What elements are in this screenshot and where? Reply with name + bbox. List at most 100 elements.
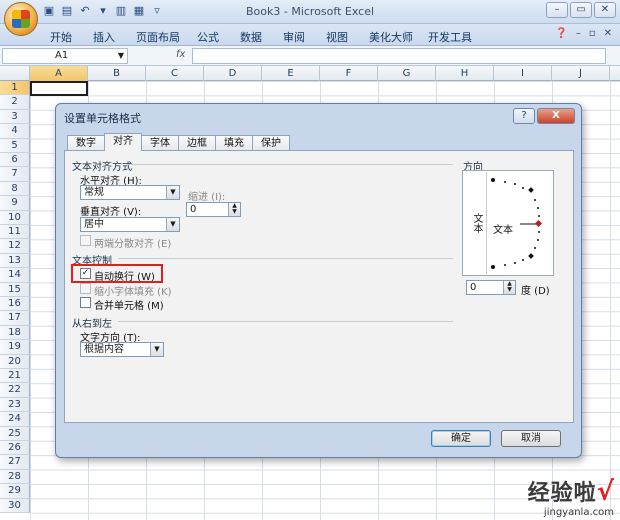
row-header[interactable]: 8 bbox=[0, 181, 30, 197]
merge-cells-checkbox[interactable] bbox=[80, 297, 91, 308]
column-header[interactable]: A bbox=[30, 66, 88, 81]
dialog-close-button[interactable]: X bbox=[537, 108, 575, 124]
row-header[interactable]: 10 bbox=[0, 210, 30, 225]
tab-alignment[interactable]: 对齐 bbox=[104, 133, 142, 151]
ok-button[interactable]: 确定 bbox=[431, 430, 491, 447]
tab-page-layout[interactable]: 页面布局 bbox=[136, 29, 180, 45]
dialog-help-button[interactable]: ? bbox=[513, 108, 535, 124]
column-header[interactable]: F bbox=[320, 66, 378, 81]
row-header[interactable]: 24 bbox=[0, 412, 30, 427]
shrink-to-fit-checkbox[interactable] bbox=[80, 283, 91, 294]
row-header[interactable]: 2 bbox=[0, 95, 30, 110]
formula-input[interactable] bbox=[192, 48, 606, 64]
title-bar: ▣ ▤ ↶ ▾ ▥ ▦ ▿ Book3 - Microsoft Excel – … bbox=[0, 0, 620, 24]
distributed-checkbox[interactable] bbox=[80, 235, 91, 246]
row-header[interactable]: 20 bbox=[0, 354, 30, 369]
chevron-down-icon[interactable]: ▼ bbox=[166, 218, 179, 231]
watermark-url: jingyanla.com bbox=[543, 507, 614, 518]
tab-home[interactable]: 开始 bbox=[50, 29, 72, 45]
tab-fill[interactable]: 填充 bbox=[215, 135, 253, 151]
row-header[interactable]: 14 bbox=[0, 268, 30, 283]
spinner-arrows-icon[interactable]: ▲ ▼ bbox=[228, 203, 240, 216]
row-header[interactable]: 27 bbox=[0, 455, 30, 470]
row-header[interactable]: 4 bbox=[0, 124, 30, 139]
row-header[interactable]: 19 bbox=[0, 340, 30, 355]
orientation-text-label: 文本 bbox=[493, 225, 513, 236]
column-header[interactable]: B bbox=[88, 66, 146, 81]
tab-developer[interactable]: 开发工具 bbox=[428, 29, 472, 45]
tab-view[interactable]: 视图 bbox=[326, 29, 348, 45]
name-box[interactable]: A1 ▼ bbox=[2, 48, 128, 64]
restore-icon[interactable]: ▭ bbox=[570, 2, 592, 18]
column-header[interactable]: I bbox=[494, 66, 552, 81]
row-header[interactable]: 26 bbox=[0, 441, 30, 456]
dialog-tabs: 数字 对齐 字体 边框 填充 保护 bbox=[67, 133, 290, 151]
cancel-button[interactable]: 取消 bbox=[501, 430, 561, 447]
row-header[interactable]: 25 bbox=[0, 426, 30, 441]
row-header[interactable]: 3 bbox=[0, 109, 30, 125]
row-header[interactable]: 22 bbox=[0, 383, 30, 398]
tab-formulas[interactable]: 公式 bbox=[197, 29, 219, 45]
row-header[interactable]: 16 bbox=[0, 297, 30, 312]
active-cell[interactable] bbox=[30, 81, 88, 96]
ribbon-restore-icon[interactable]: ▫ bbox=[589, 28, 596, 39]
dial-marker bbox=[528, 187, 534, 193]
row-header[interactable]: 9 bbox=[0, 196, 30, 211]
horizontal-align-select[interactable]: 常规 ▼ bbox=[80, 185, 180, 200]
vertical-align-label: 垂直对齐 (V): bbox=[80, 207, 142, 218]
window-title: Book3 - Microsoft Excel bbox=[245, 5, 375, 18]
row-header[interactable]: 29 bbox=[0, 484, 30, 499]
chevron-down-icon[interactable]: ▼ bbox=[166, 186, 179, 199]
column-header[interactable]: G bbox=[378, 66, 436, 81]
row-header[interactable]: 6 bbox=[0, 153, 30, 168]
divider bbox=[128, 164, 453, 165]
row-header[interactable]: 7 bbox=[0, 167, 30, 182]
column-header[interactable]: H bbox=[436, 66, 494, 81]
tab-number[interactable]: 数字 bbox=[67, 135, 105, 151]
spinner-arrows-icon[interactable]: ▲ ▼ bbox=[503, 281, 515, 294]
row-header[interactable]: 17 bbox=[0, 311, 30, 326]
ribbon-close-icon[interactable]: ✕ bbox=[604, 28, 612, 39]
ribbon-minimize-icon[interactable]: – bbox=[576, 28, 581, 39]
vertical-align-select[interactable]: 居中 ▼ bbox=[80, 217, 180, 232]
column-header[interactable]: C bbox=[146, 66, 204, 81]
tab-protection[interactable]: 保护 bbox=[252, 135, 290, 151]
row-header[interactable]: 18 bbox=[0, 325, 30, 341]
row-header[interactable]: 28 bbox=[0, 469, 30, 485]
tab-border[interactable]: 边框 bbox=[178, 135, 216, 151]
shrink-to-fit-label: 缩小字体填充 (K) bbox=[94, 287, 172, 298]
row-header[interactable]: 5 bbox=[0, 138, 30, 153]
row-header[interactable]: 23 bbox=[0, 397, 30, 413]
select-all-corner[interactable] bbox=[0, 66, 30, 81]
row-header[interactable]: 13 bbox=[0, 253, 30, 269]
row-header[interactable]: 30 bbox=[0, 498, 30, 513]
chevron-down-icon[interactable]: ▼ bbox=[118, 49, 124, 63]
row-header[interactable]: 21 bbox=[0, 369, 30, 384]
column-header[interactable]: E bbox=[262, 66, 320, 81]
indent-spinner[interactable]: 0 ▲ ▼ bbox=[186, 202, 241, 217]
close-icon[interactable]: ✕ bbox=[594, 2, 616, 18]
row-header[interactable]: 1 bbox=[0, 81, 30, 96]
highlight-box bbox=[71, 264, 163, 283]
tab-beautify[interactable]: 美化大师 bbox=[369, 29, 413, 45]
column-header[interactable]: J bbox=[552, 66, 610, 81]
row-header[interactable]: 15 bbox=[0, 282, 30, 297]
vertical-text-button[interactable]: 文本 bbox=[465, 172, 487, 274]
formula-bar: A1 ▼ fx bbox=[0, 46, 620, 66]
tab-font[interactable]: 字体 bbox=[141, 135, 179, 151]
degrees-spinner[interactable]: 0 ▲ ▼ bbox=[466, 280, 516, 295]
row-header[interactable]: 12 bbox=[0, 239, 30, 254]
tab-insert[interactable]: 插入 bbox=[93, 29, 115, 45]
row-header[interactable]: 11 bbox=[0, 225, 30, 240]
text-direction-select[interactable]: 根据内容 ▼ bbox=[80, 342, 164, 357]
minimize-icon[interactable]: – bbox=[546, 2, 568, 18]
dialog-title: 设置单元格格式 bbox=[64, 112, 141, 125]
tab-review[interactable]: 审阅 bbox=[283, 29, 305, 45]
column-header[interactable]: D bbox=[204, 66, 262, 81]
tab-data[interactable]: 数据 bbox=[240, 29, 262, 45]
office-button[interactable] bbox=[4, 2, 38, 36]
chevron-down-icon[interactable]: ▼ bbox=[150, 343, 163, 356]
dial-marker bbox=[491, 265, 495, 269]
insert-function-icon[interactable]: fx bbox=[176, 49, 185, 60]
help-icon[interactable]: ❓ bbox=[555, 28, 567, 39]
